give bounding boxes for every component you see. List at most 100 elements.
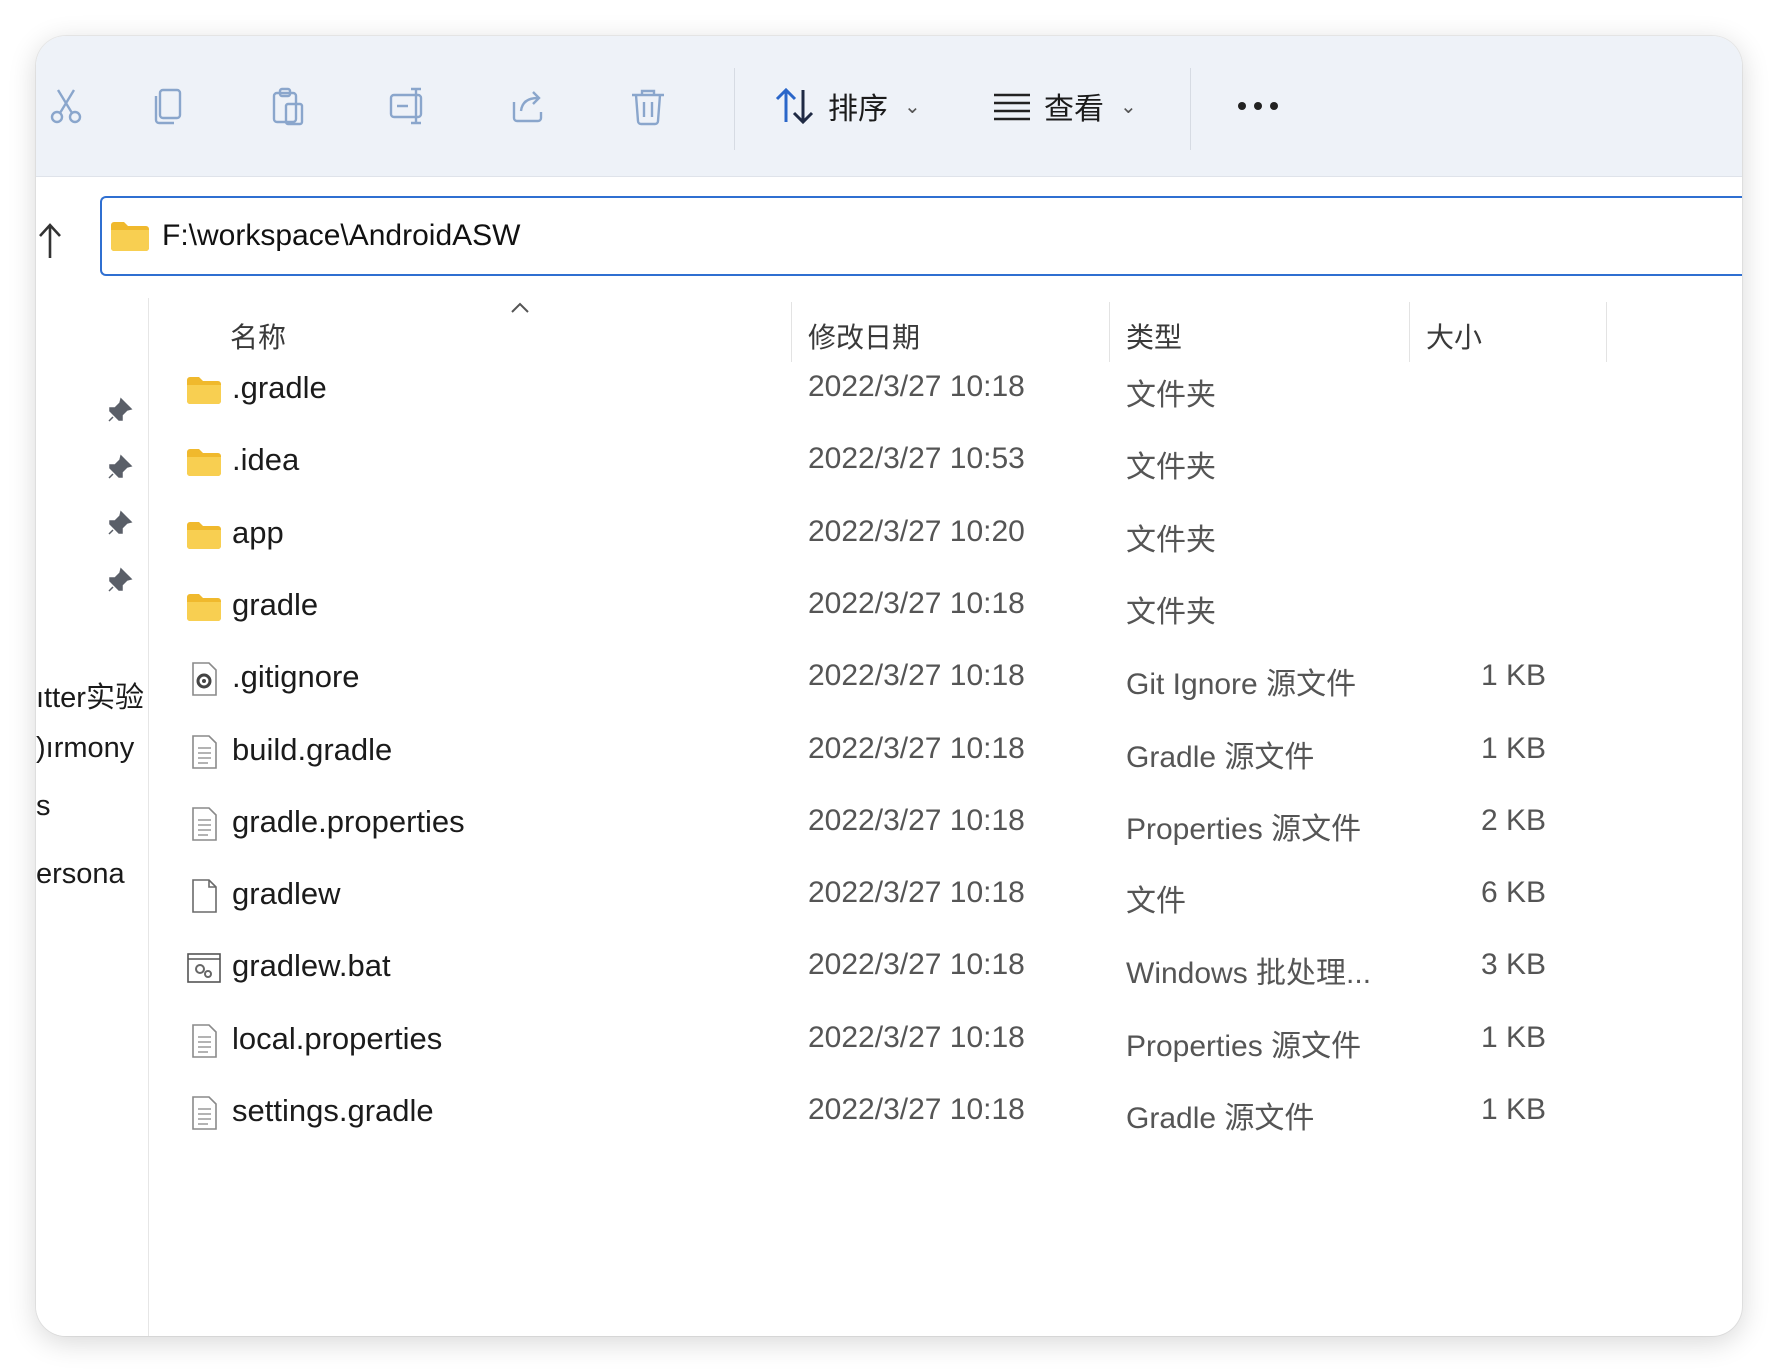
file-date: 2022/3/27 10:18 <box>808 1093 1025 1126</box>
chevron-down-icon: ⌄ <box>1120 95 1137 118</box>
view-button[interactable]: 查看 ⌄ <box>992 80 1137 132</box>
pin-icon[interactable] <box>106 509 134 537</box>
file-type: 文件夹 <box>1126 595 1216 629</box>
pin-icon[interactable] <box>106 566 134 594</box>
text-file-icon <box>186 734 222 770</box>
more-dot <box>1270 102 1278 110</box>
file-name[interactable]: .gitignore <box>232 659 360 695</box>
file-date: 2022/3/27 10:18 <box>808 659 1025 693</box>
nav-item-2[interactable]: ırmony( <box>36 732 144 765</box>
sort-icon <box>775 87 814 125</box>
file-row[interactable]: gradle.properties 2022/3/27 10:18 Properti… <box>186 786 1546 858</box>
file-row[interactable]: settings.gradle 2022/3/27 10:18 Gradle 源文件… <box>186 1075 1546 1147</box>
file-date: 2022/3/27 10:18 <box>808 731 1025 765</box>
copy-icon[interactable] <box>144 82 192 130</box>
file-date: 2022/3/27 10:53 <box>808 442 1025 476</box>
file-name[interactable]: app <box>232 515 284 551</box>
navigation-pane: ıtter实验 ırmony( s ersona <box>36 298 149 1336</box>
file-name[interactable]: local.properties <box>232 1021 442 1057</box>
blank-file-icon <box>186 878 222 914</box>
nav-item-1[interactable]: ıtter实验 <box>36 674 144 716</box>
file-name[interactable]: gradle <box>232 587 318 623</box>
file-name[interactable]: build.gradle <box>232 732 392 768</box>
column-header-date[interactable]: 修改日期 <box>808 316 920 356</box>
pin-icon[interactable] <box>106 396 134 424</box>
file-name[interactable]: .idea <box>232 442 299 478</box>
column-header-name[interactable]: 名称 <box>230 316 286 356</box>
text-file-icon <box>186 806 222 842</box>
file-name[interactable]: gradlew.bat <box>232 948 391 984</box>
view-list-icon <box>994 93 1030 121</box>
file-name[interactable]: gradlew <box>232 876 341 912</box>
delete-icon[interactable] <box>624 82 672 130</box>
file-type: Windows 批处理... <box>1126 957 1372 991</box>
sort-button[interactable]: 排序 ⌄ <box>774 80 921 132</box>
file-size: 1 KB <box>1480 1020 1546 1054</box>
rename-icon[interactable] <box>384 82 432 130</box>
file-size: 2 KB <box>1480 803 1546 837</box>
nav-item-3[interactable]: s <box>36 790 144 823</box>
share-icon[interactable] <box>504 82 552 130</box>
folder-icon <box>186 589 222 625</box>
file-type: 文件 <box>1126 885 1186 919</box>
file-size: 6 KB <box>1480 876 1546 910</box>
folder-icon <box>186 517 222 553</box>
sort-label: 排序 <box>828 93 888 126</box>
file-row[interactable]: .gradle 2022/3/27 10:18 文件夹 <box>186 352 1546 424</box>
address-bar[interactable]: F:\workspace\AndroidASW <box>100 196 1742 276</box>
folder-icon <box>111 222 149 251</box>
toolbar-divider <box>734 68 735 150</box>
cut-icon[interactable] <box>42 82 90 130</box>
file-type: Properties 源文件 <box>1126 812 1362 846</box>
column-header-type[interactable]: 类型 <box>1126 316 1182 356</box>
nav-item-4[interactable]: ersona <box>36 858 144 891</box>
file-name[interactable]: .gradle <box>232 370 327 406</box>
file-row[interactable]: local.properties 2022/3/27 10:18 Propertie… <box>186 1003 1546 1075</box>
file-type: Properties 源文件 <box>1126 1029 1362 1063</box>
file-date: 2022/3/27 10:18 <box>808 586 1025 620</box>
column-divider[interactable] <box>1606 302 1607 362</box>
file-type: Git Ignore 源文件 <box>1126 668 1357 702</box>
config-file-icon <box>186 661 222 697</box>
file-name[interactable]: settings.gradle <box>232 1093 434 1129</box>
file-date: 2022/3/27 10:18 <box>808 1020 1025 1054</box>
file-size: 1 KB <box>1480 659 1546 693</box>
file-name[interactable]: gradle.properties <box>232 804 465 840</box>
file-row[interactable]: build.gradle 2022/3/27 10:18 Gradle 源文件 1 K… <box>186 714 1546 786</box>
more-dot <box>1238 102 1246 110</box>
sort-ascending-icon <box>511 302 529 313</box>
batch-file-icon <box>186 950 222 986</box>
file-date: 2022/3/27 10:18 <box>808 948 1025 982</box>
column-header-size[interactable]: 大小 <box>1426 316 1482 356</box>
pin-icon[interactable] <box>106 453 134 481</box>
file-size: 3 KB <box>1480 948 1546 982</box>
file-type: 文件夹 <box>1126 523 1216 557</box>
file-size: 1 KB <box>1480 1093 1546 1126</box>
file-date: 2022/3/27 10:20 <box>808 514 1025 548</box>
file-row[interactable]: app 2022/3/27 10:20 文件夹 <box>186 497 1546 569</box>
folder-icon <box>186 372 222 408</box>
file-row[interactable]: gradlew.bat 2022/3/27 10:18 Windows 批处理...… <box>186 930 1546 1002</box>
file-type: Gradle 源文件 <box>1126 740 1315 774</box>
file-date: 2022/3/27 10:18 <box>808 803 1025 837</box>
address-path[interactable]: F:\workspace\AndroidASW <box>162 219 520 253</box>
file-row[interactable]: .gitignore 2022/3/27 10:18 Git Ignore 源文件 1… <box>186 641 1546 713</box>
file-type: Gradle 源文件 <box>1126 1102 1315 1135</box>
file-explorer-window: 排序 ⌄ 查看 ⌄ F:\workspace\AndroidASW ıtter实… <box>36 36 1742 1336</box>
file-row[interactable]: .idea 2022/3/27 10:53 文件夹 <box>186 424 1546 496</box>
more-options-button[interactable] <box>1228 86 1288 126</box>
file-row[interactable]: gradlew 2022/3/27 10:18 文件 6 KB <box>186 858 1546 930</box>
toolbar-divider <box>1190 68 1191 150</box>
file-row[interactable]: gradle 2022/3/27 10:18 文件夹 <box>186 569 1546 641</box>
file-date: 2022/3/27 10:18 <box>808 370 1025 403</box>
chevron-down-icon: ⌄ <box>904 95 921 118</box>
file-size: 1 KB <box>1480 731 1546 765</box>
folder-icon <box>186 444 222 480</box>
view-label: 查看 <box>1044 93 1104 126</box>
paste-icon[interactable] <box>264 82 312 130</box>
text-file-icon <box>186 1095 222 1131</box>
file-date: 2022/3/27 10:18 <box>808 876 1025 910</box>
file-type: 文件夹 <box>1126 451 1216 485</box>
up-arrow-icon[interactable] <box>36 220 72 260</box>
file-type: 文件夹 <box>1126 379 1216 412</box>
